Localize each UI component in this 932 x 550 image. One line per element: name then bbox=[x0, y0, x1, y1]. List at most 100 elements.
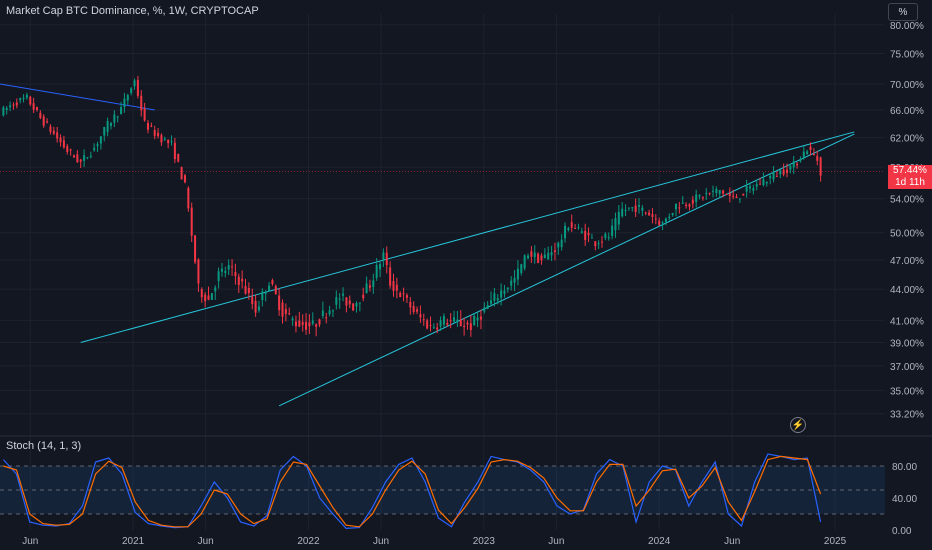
last-price-value: 57.44% bbox=[893, 165, 927, 176]
candle bbox=[180, 166, 183, 180]
candle bbox=[564, 222, 567, 243]
candle bbox=[459, 310, 462, 327]
candle bbox=[76, 150, 79, 164]
x-tick-label-1: 2021 bbox=[122, 536, 145, 547]
candle bbox=[540, 253, 543, 265]
x-tick-label-4: Jun bbox=[373, 536, 389, 547]
candle bbox=[325, 312, 328, 324]
candle bbox=[194, 234, 197, 265]
chart-title: Market Cap BTC Dominance, %, 1W, CRYPTOC… bbox=[6, 5, 259, 17]
x-tick-label-9: 2025 bbox=[824, 536, 847, 547]
candle bbox=[486, 301, 489, 310]
candle bbox=[35, 106, 39, 112]
candle bbox=[150, 122, 153, 128]
candle bbox=[268, 282, 271, 292]
candle bbox=[271, 278, 274, 286]
candle bbox=[136, 75, 139, 99]
candle bbox=[321, 301, 324, 319]
candle bbox=[382, 248, 385, 268]
candle bbox=[284, 303, 287, 322]
candle bbox=[664, 217, 667, 226]
candle bbox=[409, 296, 412, 315]
candle bbox=[490, 291, 493, 307]
candle bbox=[674, 203, 678, 217]
candle bbox=[429, 316, 432, 332]
candle bbox=[214, 285, 217, 300]
candle bbox=[537, 252, 540, 264]
x-tick-label-0: Jun bbox=[22, 536, 38, 547]
candle bbox=[775, 171, 778, 177]
candle bbox=[29, 95, 32, 107]
candle bbox=[389, 261, 392, 289]
candle bbox=[241, 270, 244, 289]
trendline-2[interactable] bbox=[278, 133, 855, 407]
unit-toggle-button[interactable]: % bbox=[888, 3, 918, 21]
candle bbox=[685, 202, 688, 209]
trendlines bbox=[0, 83, 855, 407]
candle bbox=[365, 276, 368, 294]
candle bbox=[126, 93, 129, 105]
candle bbox=[348, 295, 351, 309]
candle bbox=[597, 240, 600, 250]
candle bbox=[473, 313, 476, 326]
candle bbox=[372, 273, 375, 294]
candle bbox=[15, 98, 18, 109]
candle bbox=[520, 263, 523, 276]
candle bbox=[449, 313, 452, 329]
candle bbox=[648, 209, 651, 216]
candle bbox=[658, 217, 661, 226]
y-tick-label-3: 66.00% bbox=[890, 106, 924, 117]
candle bbox=[291, 316, 294, 326]
candle bbox=[331, 309, 334, 318]
candle bbox=[742, 193, 745, 196]
y-tick-label-0: 80.00% bbox=[890, 21, 924, 32]
candle bbox=[711, 185, 715, 198]
x-tick-label-5: 2023 bbox=[473, 536, 496, 547]
x-tick-label-2: Jun bbox=[198, 536, 214, 547]
candle bbox=[46, 118, 49, 124]
y-axis: 80.00%75.00%70.00%66.00%62.00%58.00%54.0… bbox=[890, 21, 924, 537]
candle bbox=[190, 202, 193, 242]
candle bbox=[305, 313, 308, 335]
candle bbox=[621, 202, 624, 218]
candle bbox=[728, 187, 731, 203]
candle bbox=[220, 262, 223, 277]
candle bbox=[251, 288, 254, 310]
candle bbox=[86, 156, 89, 160]
stoch-tick-label-0: 80.00 bbox=[892, 462, 917, 473]
candle bbox=[695, 189, 698, 208]
candle bbox=[83, 149, 86, 167]
candle bbox=[109, 121, 112, 130]
candle bbox=[12, 102, 15, 110]
stoch-tick-label-1: 40.00 bbox=[892, 494, 917, 505]
lightning-icon[interactable]: ⚡ bbox=[790, 417, 806, 433]
candle bbox=[19, 97, 22, 104]
candle bbox=[2, 105, 5, 117]
candle bbox=[274, 284, 277, 295]
y-tick-label-2: 70.00% bbox=[890, 80, 924, 91]
candle bbox=[594, 240, 597, 251]
candle bbox=[183, 173, 186, 184]
candle bbox=[89, 151, 92, 159]
candle bbox=[533, 245, 536, 264]
candle bbox=[735, 193, 738, 199]
candle bbox=[177, 153, 180, 163]
candle bbox=[466, 320, 469, 330]
trendline-1[interactable] bbox=[80, 131, 855, 344]
candle bbox=[506, 287, 509, 293]
candle bbox=[288, 307, 291, 316]
candle bbox=[550, 245, 553, 261]
candle bbox=[752, 184, 755, 195]
candle bbox=[207, 286, 210, 301]
stoch-tick-label-2: 0.00 bbox=[892, 526, 912, 537]
candle bbox=[634, 198, 637, 217]
candle bbox=[772, 166, 775, 183]
candle bbox=[42, 114, 45, 128]
candle bbox=[257, 300, 260, 313]
y-tick-label-8: 47.00% bbox=[890, 256, 924, 267]
candle bbox=[584, 223, 587, 246]
candle bbox=[779, 169, 782, 179]
candle bbox=[39, 110, 42, 120]
candle bbox=[217, 267, 220, 289]
candle bbox=[66, 143, 69, 155]
